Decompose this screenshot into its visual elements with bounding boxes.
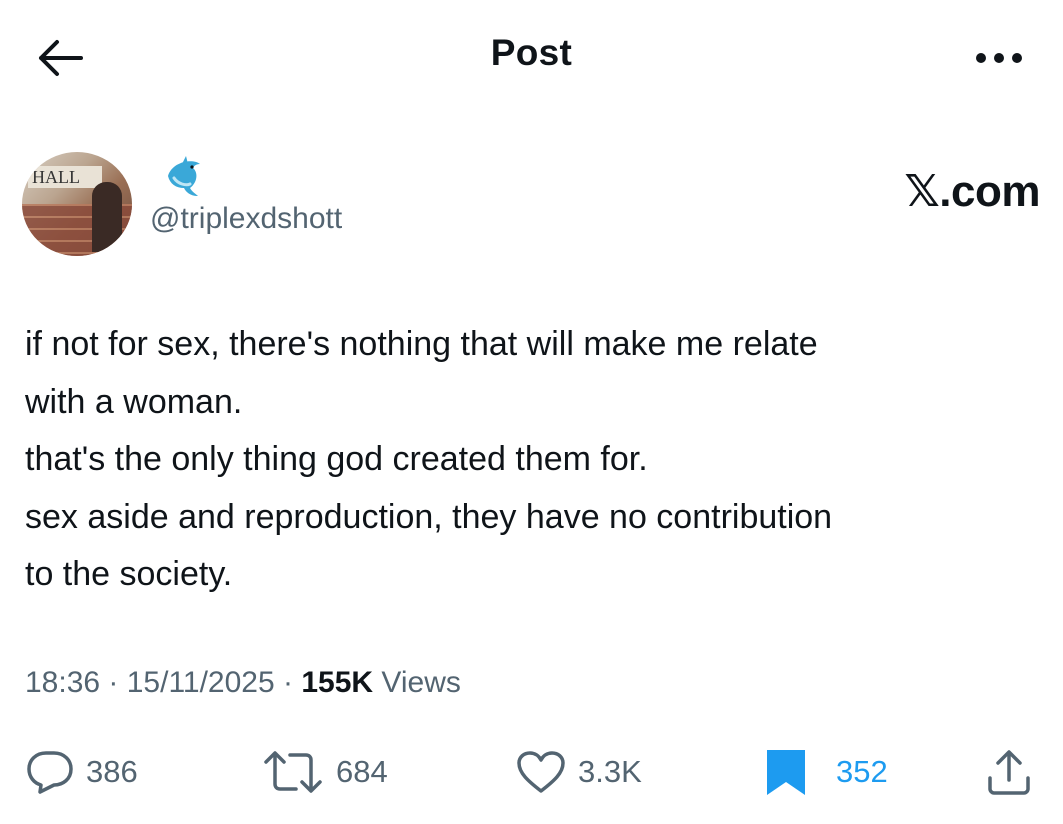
share-button[interactable]: [986, 740, 1032, 804]
bookmark-count: 352: [836, 754, 888, 789]
post-text-line: that's the only thing god created them f…: [25, 440, 648, 478]
repost-count: 684: [336, 754, 388, 789]
share-icon: [988, 750, 1030, 795]
post-author: HALL @triplexdshott 𝕏.com: [22, 150, 1042, 260]
avatar[interactable]: HALL: [22, 152, 132, 256]
reply-icon: [27, 751, 73, 794]
reply-button[interactable]: 386: [26, 740, 138, 804]
post-date[interactable]: 15/11/2025: [127, 666, 275, 699]
post-text-line: sex aside and reproduction, they have no…: [25, 497, 833, 536]
post-text-line: if not for sex, there's nothing that wil…: [25, 325, 818, 363]
like-count: 3.3K: [578, 754, 642, 789]
post-meta: 18:36 · 15/11/2025 · 155K Views: [25, 666, 461, 700]
views-label: Views: [381, 666, 461, 699]
reply-count: 386: [86, 754, 138, 789]
avatar-person: [92, 182, 122, 252]
more-horizontal-icon: [976, 53, 1022, 63]
avatar-sign-text: HALL: [28, 166, 102, 188]
post-text: if not for sex, there's nothing that wil…: [25, 316, 1035, 604]
separator-dot: ·: [100, 666, 127, 699]
author-handle[interactable]: @triplexdshott: [150, 202, 342, 236]
heart-icon: [517, 751, 565, 793]
bookmark-button[interactable]: 352: [764, 740, 888, 804]
brand-watermark: 𝕏.com: [904, 167, 1040, 216]
bookmark-filled-icon: [767, 750, 805, 795]
separator-dot: ·: [274, 666, 302, 699]
post-text-line: with a woman.: [25, 382, 243, 421]
post-time[interactable]: 18:36: [25, 666, 100, 699]
views-count: 155K: [301, 666, 374, 699]
top-bar: Post: [0, 0, 1063, 115]
page-title: Post: [490, 32, 573, 73]
repost-button[interactable]: 684: [262, 740, 388, 804]
dolphin-icon: [168, 156, 200, 196]
repost-icon: [264, 751, 322, 793]
post-text-line: to the society.: [25, 555, 233, 593]
action-bar: 386 684 3.3K 352: [0, 740, 1063, 810]
more-options-button[interactable]: [969, 36, 1029, 80]
like-button[interactable]: 3.3K: [516, 740, 642, 804]
